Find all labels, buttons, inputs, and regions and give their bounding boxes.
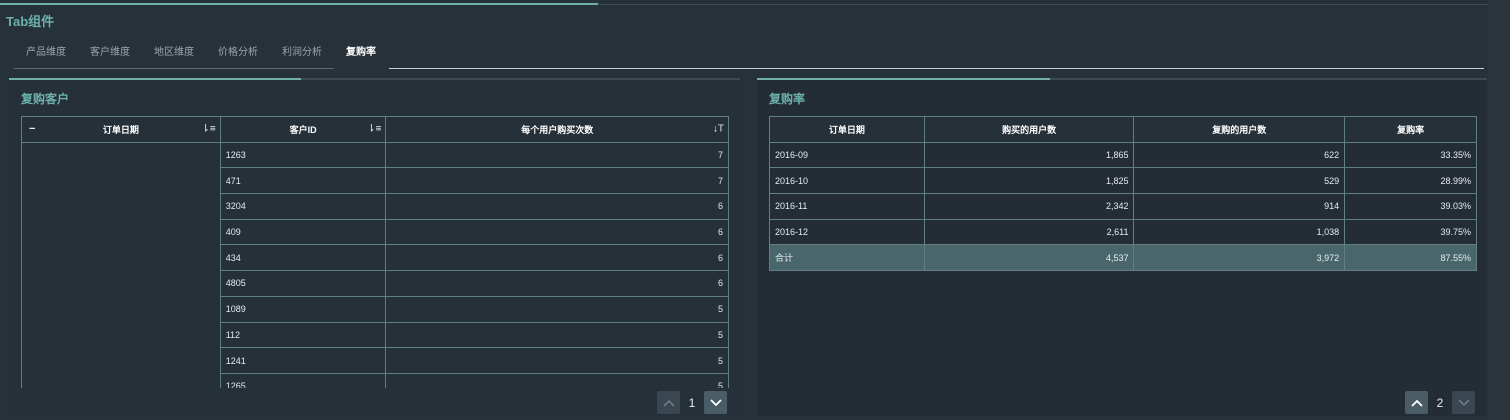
top-divider <box>598 4 1510 5</box>
customer-id-cell: 409 <box>219 218 387 246</box>
tab-bar: 产品维度 客户维度 地区维度 价格分析 利润分析 复购率 <box>14 40 1484 69</box>
customer-id-cell: 1263 <box>219 141 387 169</box>
tab-repurchase-rate[interactable]: 复购率 <box>334 40 388 69</box>
customer-id-cell: 1241 <box>219 347 387 374</box>
table-row: 2016-09 1,865 622 33.35% <box>769 141 1477 169</box>
panel-top-border <box>9 78 740 80</box>
date-cell: 2016-09 <box>769 141 925 169</box>
repurchase-rate-panel: 复购率 订单日期 购买的用户数 复购的用户数 复购率 2016-09 1,865… <box>757 78 1487 416</box>
customer-id-cell: 1265 <box>219 372 387 388</box>
customer-id-cell: 3204 <box>219 193 387 220</box>
table-row: 2016-12 2,611 1,038 39.75% <box>769 218 1477 246</box>
purchase-count-cell: 6 <box>385 218 729 246</box>
page-scrollbar[interactable] <box>1488 0 1510 420</box>
total-row: 合计 4,537 3,972 87.55% <box>769 244 1477 272</box>
rate-cell: 33.35% <box>1344 141 1477 169</box>
column-header-order-date[interactable]: − 订单日期 ⇂≡ <box>21 116 221 143</box>
tab-customer[interactable]: 客户维度 <box>78 40 142 69</box>
chevron-up-icon <box>1410 399 1423 407</box>
customer-id-cell: 434 <box>219 244 387 272</box>
purchase-count-cell: 7 <box>385 141 729 169</box>
chevron-up-icon <box>662 399 675 407</box>
total-repeat-cell: 3,972 <box>1133 244 1346 272</box>
panel-top-border <box>757 78 1487 80</box>
rate-cell: 28.99% <box>1344 167 1477 195</box>
repeat-cell: 529 <box>1133 167 1346 195</box>
table-row: 1263 7 <box>21 141 729 388</box>
rate-cell: 39.03% <box>1344 193 1477 220</box>
panel-title: 复购客户 <box>21 92 70 106</box>
customer-id-cell: 471 <box>219 167 387 195</box>
column-header-customer-id[interactable]: 客户ID ⇂≡ <box>219 116 387 143</box>
customer-id-cell: 1089 <box>219 295 387 323</box>
column-header-order-date[interactable]: 订单日期 <box>769 116 925 143</box>
date-cell: 2016-11 <box>769 193 925 220</box>
tab-product[interactable]: 产品维度 <box>14 40 78 69</box>
tab-profit[interactable]: 利润分析 <box>270 40 334 69</box>
purchase-count-cell: 7 <box>385 167 729 195</box>
sort-icon[interactable]: ⇂≡ <box>367 124 381 135</box>
tab-price[interactable]: 价格分析 <box>206 40 270 69</box>
tab-region[interactable]: 地区维度 <box>142 40 206 69</box>
table-row: 2016-10 1,825 529 28.99% <box>769 167 1477 195</box>
column-header-repeat-buyers[interactable]: 复购的用户数 <box>1133 116 1346 143</box>
next-page-button[interactable] <box>704 391 727 414</box>
next-page-button[interactable] <box>1452 391 1475 414</box>
purchase-count-cell: 6 <box>385 270 729 297</box>
purchase-count-cell: 5 <box>385 295 729 323</box>
total-rate-cell: 87.55% <box>1344 244 1477 272</box>
buyers-cell: 2,342 <box>923 193 1135 220</box>
date-cell: 2016-10 <box>769 167 925 195</box>
chevron-down-icon <box>709 398 722 406</box>
purchase-count-cell: 5 <box>385 347 729 374</box>
repurchase-customers-table: − 订单日期 ⇂≡ 客户ID ⇂≡ 每个用户购买次数 ↓T 1263 7 471… <box>21 116 729 388</box>
column-header-buyers[interactable]: 购买的用户数 <box>923 116 1135 143</box>
column-header-repurchase-rate[interactable]: 复购率 <box>1344 116 1477 143</box>
repeat-cell: 622 <box>1133 141 1346 169</box>
purchase-count-cell: 5 <box>385 321 729 349</box>
prev-page-button[interactable] <box>657 391 680 414</box>
sort-icon[interactable]: ⇂≡ <box>201 124 215 135</box>
left-pager: 1 <box>657 391 727 414</box>
buyers-cell: 1,865 <box>923 141 1135 169</box>
page-number: 1 <box>688 395 696 410</box>
sort-filter-icon[interactable]: ↓T <box>713 124 724 135</box>
collapse-icon[interactable]: − <box>29 123 35 135</box>
customer-id-cell: 112 <box>219 321 387 349</box>
table-row: 2016-11 2,342 914 39.03% <box>769 193 1477 220</box>
page-number: 2 <box>1436 395 1444 410</box>
prev-page-button[interactable] <box>1405 391 1428 414</box>
repurchase-customers-panel: 复购客户 − 订单日期 ⇂≡ 客户ID ⇂≡ 每个用户购买次数 ↓T 1263 … <box>9 78 740 416</box>
total-label-cell: 合计 <box>769 244 925 272</box>
date-cell: 2016-12 <box>769 218 925 246</box>
purchase-count-cell: 6 <box>385 193 729 220</box>
chevron-down-icon <box>1457 398 1470 406</box>
panel-title: 复购率 <box>769 92 806 106</box>
column-header-purchase-count[interactable]: 每个用户购买次数 ↓T <box>385 116 729 143</box>
purchase-count-cell: 5 <box>385 372 729 388</box>
repeat-cell: 914 <box>1133 193 1346 220</box>
total-buyers-cell: 4,537 <box>923 244 1135 272</box>
buyers-cell: 2,611 <box>923 218 1135 246</box>
customer-id-cell: 4805 <box>219 270 387 297</box>
repeat-cell: 1,038 <box>1133 218 1346 246</box>
buyers-cell: 1,825 <box>923 167 1135 195</box>
merged-date-cell <box>21 141 221 388</box>
right-pager: 2 <box>1405 391 1475 414</box>
top-accent-bar <box>0 3 598 5</box>
repurchase-rate-table: 订单日期 购买的用户数 复购的用户数 复购率 2016-09 1,865 622… <box>769 116 1477 272</box>
app-title: Tab组件 <box>6 14 55 29</box>
purchase-count-cell: 6 <box>385 244 729 272</box>
rate-cell: 39.75% <box>1344 218 1477 246</box>
